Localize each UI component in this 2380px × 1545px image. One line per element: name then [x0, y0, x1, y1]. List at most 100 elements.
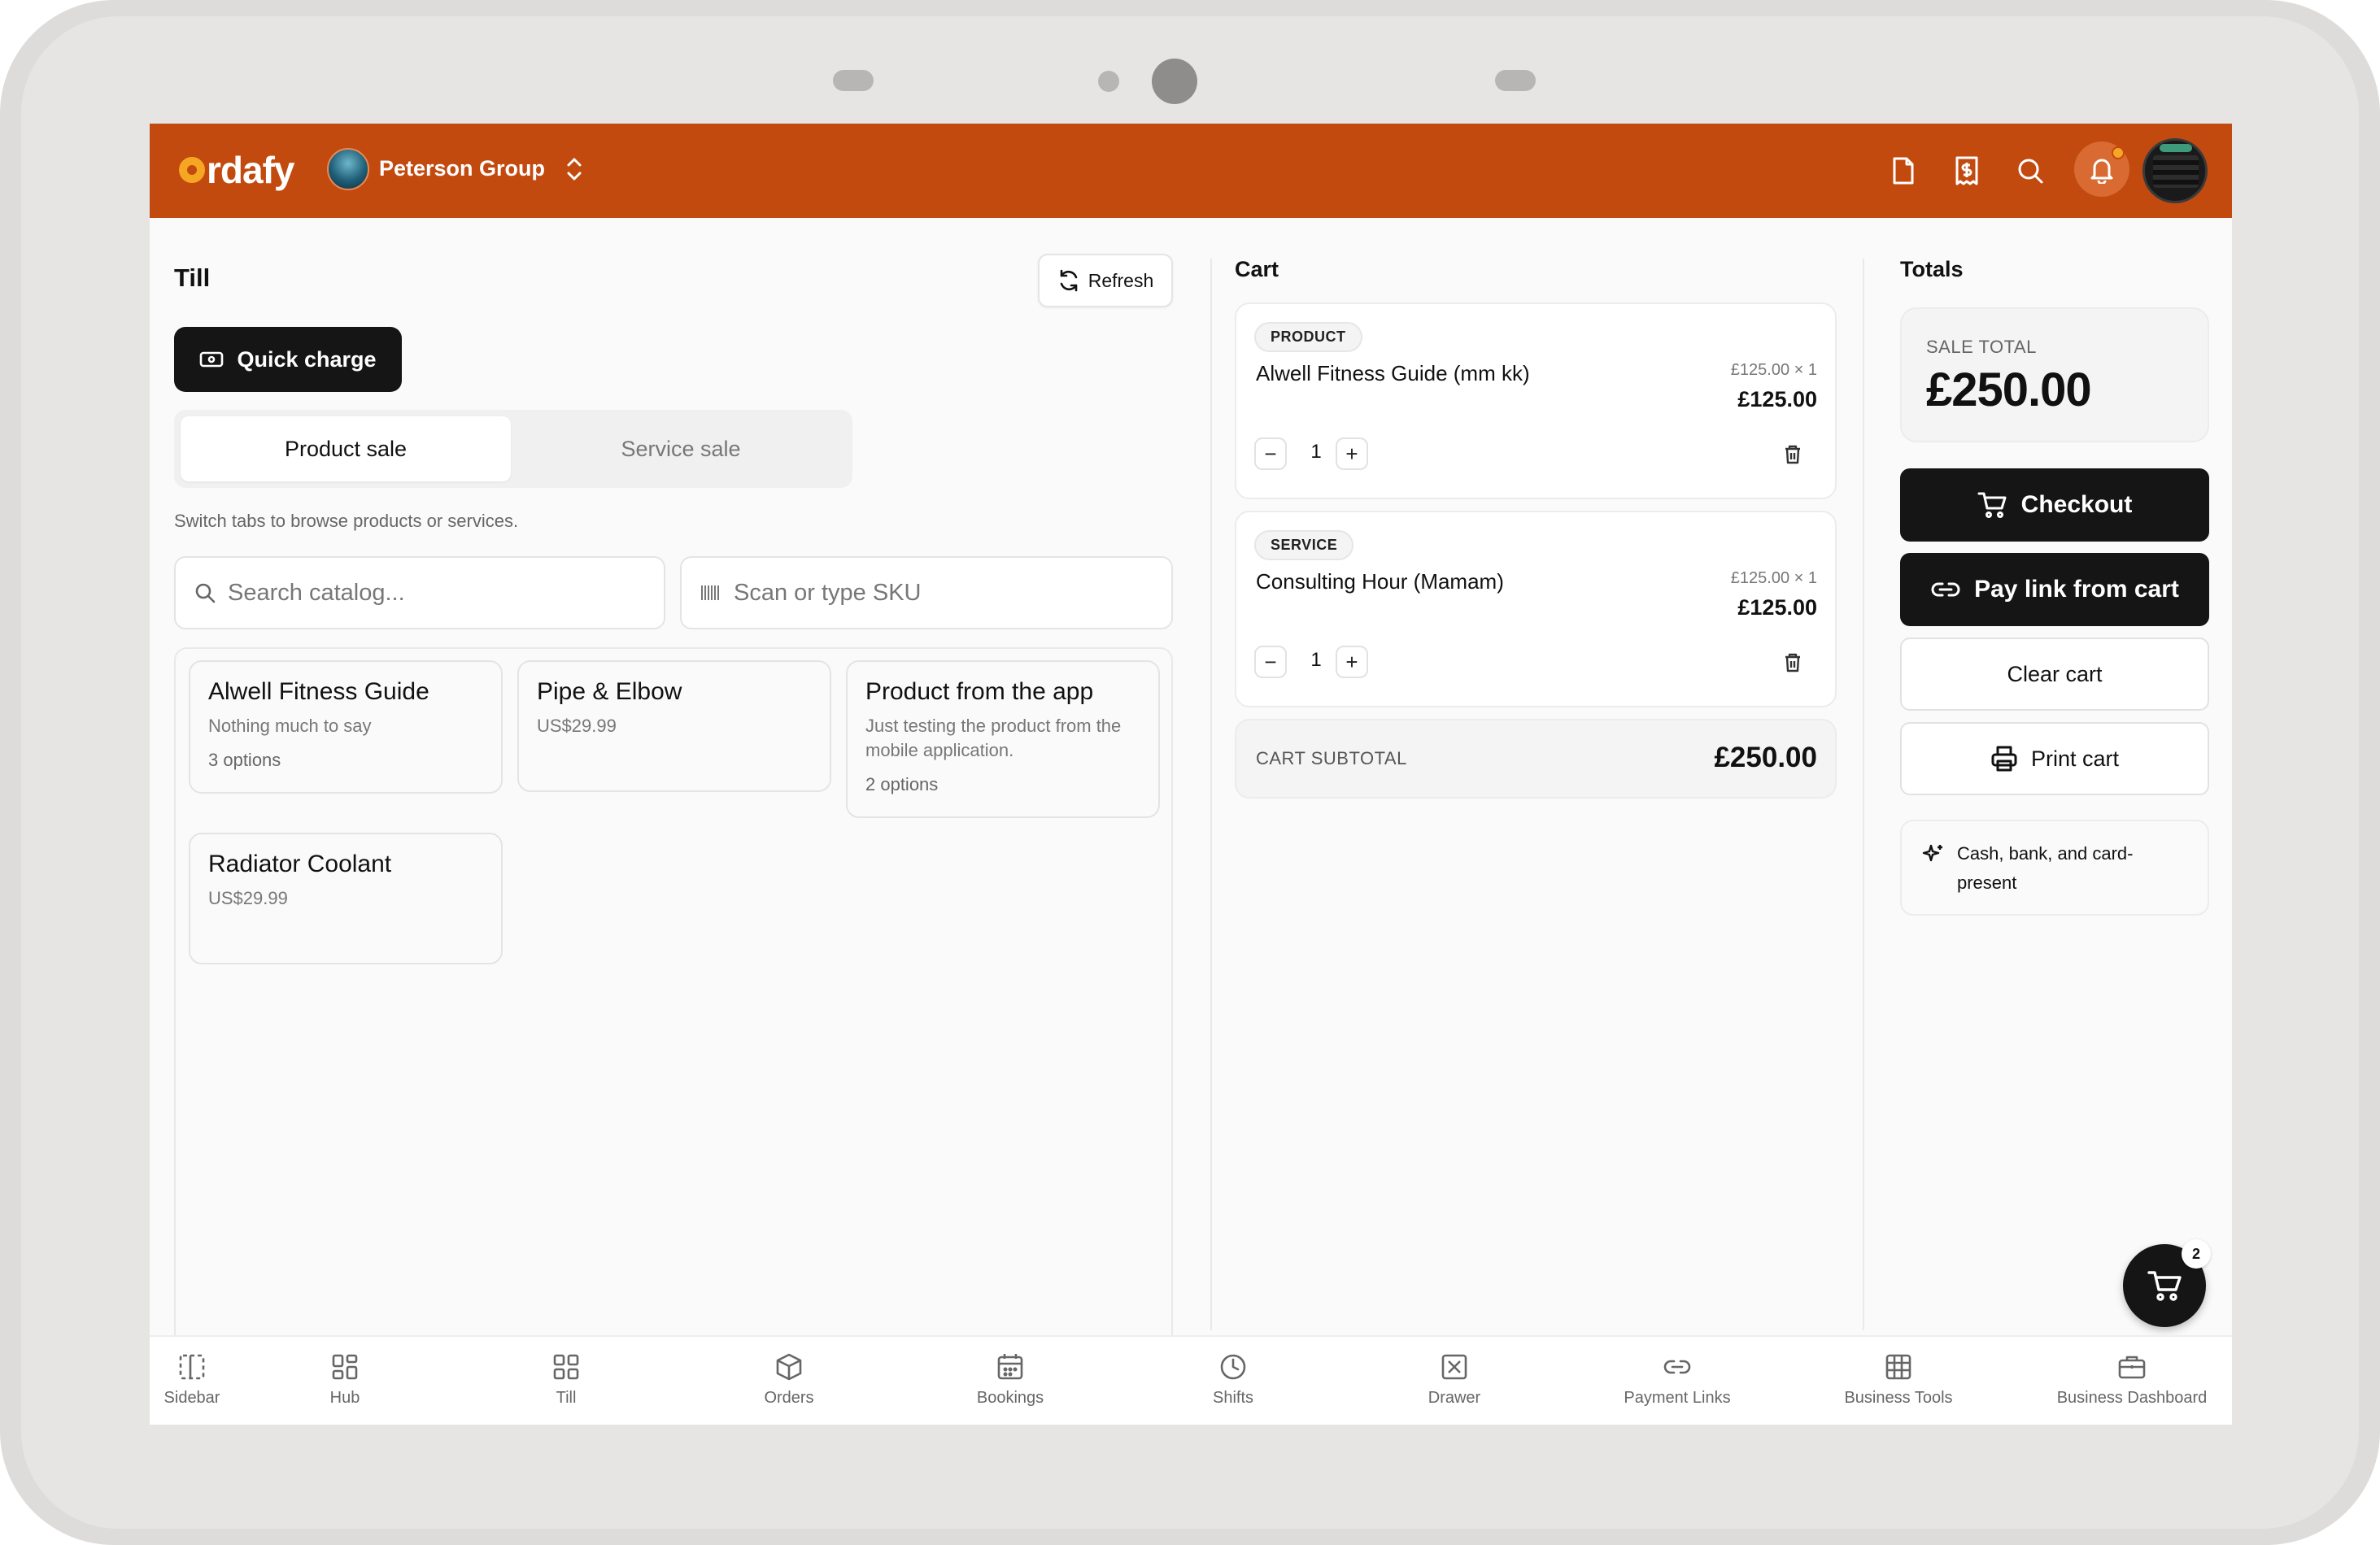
nav-hub[interactable]: Hub	[264, 1351, 426, 1408]
page-title: Till	[174, 263, 211, 292]
clear-cart-button[interactable]: Clear cart	[1900, 638, 2209, 711]
search-icon	[195, 583, 216, 603]
link-icon	[1931, 582, 1960, 597]
cart-item-unit-price: £125.00 × 1	[1730, 361, 1817, 379]
subtotal-label: CART SUBTOTAL	[1256, 748, 1407, 768]
nav-orders[interactable]: Orders	[708, 1351, 870, 1408]
tab-product-sale[interactable]: Product sale	[181, 416, 511, 481]
sale-type-tabs: Product sale Service sale	[174, 410, 852, 488]
nav-business-dashboard[interactable]: Business Dashboard	[2038, 1351, 2225, 1408]
product-card[interactable]: Pipe & Elbow US$29.99	[517, 660, 831, 792]
print-cart-button[interactable]: Print cart	[1900, 722, 2209, 795]
sale-total-label: SALE TOTAL	[1926, 337, 2037, 357]
decrease-qty-button[interactable]: −	[1254, 437, 1287, 470]
drawer-icon	[1441, 1354, 1467, 1380]
device-frame: rdafy Peterson Group Till Refresh Quick …	[0, 0, 2380, 1545]
floating-cart-button[interactable]: 2	[2123, 1239, 2211, 1327]
cart-count-badge: 2	[2182, 1239, 2211, 1269]
receipt-dollar-icon[interactable]	[1949, 153, 1985, 189]
product-options: 2 options	[865, 774, 939, 794]
increase-qty-button[interactable]: +	[1336, 646, 1368, 678]
nav-till[interactable]: Till	[485, 1351, 647, 1408]
product-description: Just testing the product from the mobile…	[865, 716, 1122, 760]
cart-item-name: Alwell Fitness Guide (mm kk)	[1256, 361, 1530, 385]
barcode-icon	[701, 585, 719, 600]
nav-bookings[interactable]: Bookings	[929, 1351, 1092, 1408]
sale-total-box: SALE TOTAL £250.00	[1900, 307, 2209, 442]
document-icon[interactable]	[1885, 153, 1921, 189]
logo-mark-icon	[179, 157, 205, 183]
nav-sidebar[interactable]: Sidebar	[150, 1351, 273, 1408]
panel-divider	[1863, 259, 1864, 1330]
link-icon	[1663, 1360, 1691, 1374]
search-placeholder: Search catalog...	[228, 579, 405, 606]
nav-label: Hub	[329, 1389, 360, 1407]
brand-logo[interactable]: rdafy	[179, 148, 294, 192]
search-input[interactable]: Search catalog...	[174, 556, 665, 629]
checkout-label: Checkout	[2020, 491, 2133, 518]
nav-label: Orders	[764, 1389, 814, 1407]
totals-title: Totals	[1900, 257, 1964, 281]
bell-icon	[2090, 159, 2113, 184]
cart-item-unit-price: £125.00 × 1	[1730, 569, 1817, 587]
product-name: Alwell Fitness Guide	[208, 678, 429, 705]
notifications-button[interactable]	[2074, 141, 2129, 197]
cart-subtotal: CART SUBTOTAL £250.00	[1235, 719, 1837, 799]
product-card[interactable]: Product from the app Just testing the pr…	[846, 660, 1160, 818]
nav-business-tools[interactable]: Business Tools	[1817, 1351, 1980, 1408]
cart-icon	[2147, 1271, 2182, 1301]
panel-divider	[1210, 259, 1212, 1330]
app-screen: rdafy Peterson Group Till Refresh Quick …	[150, 124, 2232, 1425]
sensor	[1098, 71, 1119, 92]
quick-charge-button[interactable]: Quick charge	[174, 327, 402, 392]
increase-qty-button[interactable]: +	[1336, 437, 1368, 470]
bottom-navigation: Sidebar Hub Till Orders Bookings Shifts	[150, 1335, 2232, 1425]
quick-charge-label: Quick charge	[237, 346, 377, 372]
pay-link-label: Pay link from cart	[1974, 576, 2179, 603]
nav-payment-links[interactable]: Payment Links	[1596, 1351, 1759, 1408]
banknote-icon	[200, 351, 224, 368]
sensor	[833, 70, 874, 91]
nav-shifts[interactable]: Shifts	[1152, 1351, 1314, 1408]
nav-label: Shifts	[1212, 1389, 1254, 1407]
nav-drawer[interactable]: Drawer	[1373, 1351, 1536, 1408]
checkout-button[interactable]: Checkout	[1900, 468, 2209, 542]
item-type-badge: PRODUCT	[1254, 322, 1362, 352]
product-card[interactable]: Radiator Coolant US$29.99	[189, 833, 503, 964]
sale-total-value: £250.00	[1926, 363, 2092, 416]
nav-label: Business Tools	[1844, 1389, 1953, 1407]
cart-item-total: £125.00	[1737, 387, 1817, 411]
pay-link-button[interactable]: Pay link from cart	[1900, 553, 2209, 626]
nav-label: Drawer	[1428, 1389, 1481, 1407]
trash-icon[interactable]	[1783, 652, 1802, 673]
subtotal-value: £250.00	[1714, 742, 1817, 773]
print-cart-label: Print cart	[2030, 746, 2120, 771]
cart-icon	[1977, 492, 2007, 518]
sensor	[1495, 70, 1536, 91]
printer-icon	[1991, 746, 2017, 772]
brand-text: rdafy	[207, 149, 294, 191]
item-type-badge: SERVICE	[1254, 530, 1354, 560]
product-price: US$29.99	[537, 716, 617, 736]
cart-title: Cart	[1235, 257, 1279, 281]
product-card[interactable]: Alwell Fitness Guide Nothing much to say…	[189, 660, 503, 794]
sidebar-icon	[179, 1354, 205, 1380]
nav-label: Till	[556, 1389, 577, 1407]
cart-item-total: £125.00	[1737, 595, 1817, 620]
user-avatar[interactable]	[2142, 138, 2208, 203]
refresh-button[interactable]: Refresh	[1038, 254, 1173, 307]
org-avatar[interactable]	[327, 148, 369, 190]
box-icon	[776, 1353, 802, 1381]
search-icon[interactable]	[2012, 153, 2048, 189]
org-name[interactable]: Peterson Group	[379, 156, 545, 181]
cart-item: SERVICE Consulting Hour (Mamam) £125.00 …	[1235, 511, 1837, 707]
sku-input[interactable]: Scan or type SKU	[680, 556, 1173, 629]
decrease-qty-button[interactable]: −	[1254, 646, 1287, 678]
tab-service-sale[interactable]: Service sale	[516, 416, 846, 481]
notification-dot	[2112, 146, 2125, 159]
table-icon	[1885, 1354, 1911, 1380]
cart-item: PRODUCT Alwell Fitness Guide (mm kk) £12…	[1235, 302, 1837, 499]
trash-icon[interactable]	[1783, 444, 1802, 465]
chevron-up-down-icon[interactable]	[563, 154, 586, 184]
camera-lens	[1152, 59, 1197, 104]
